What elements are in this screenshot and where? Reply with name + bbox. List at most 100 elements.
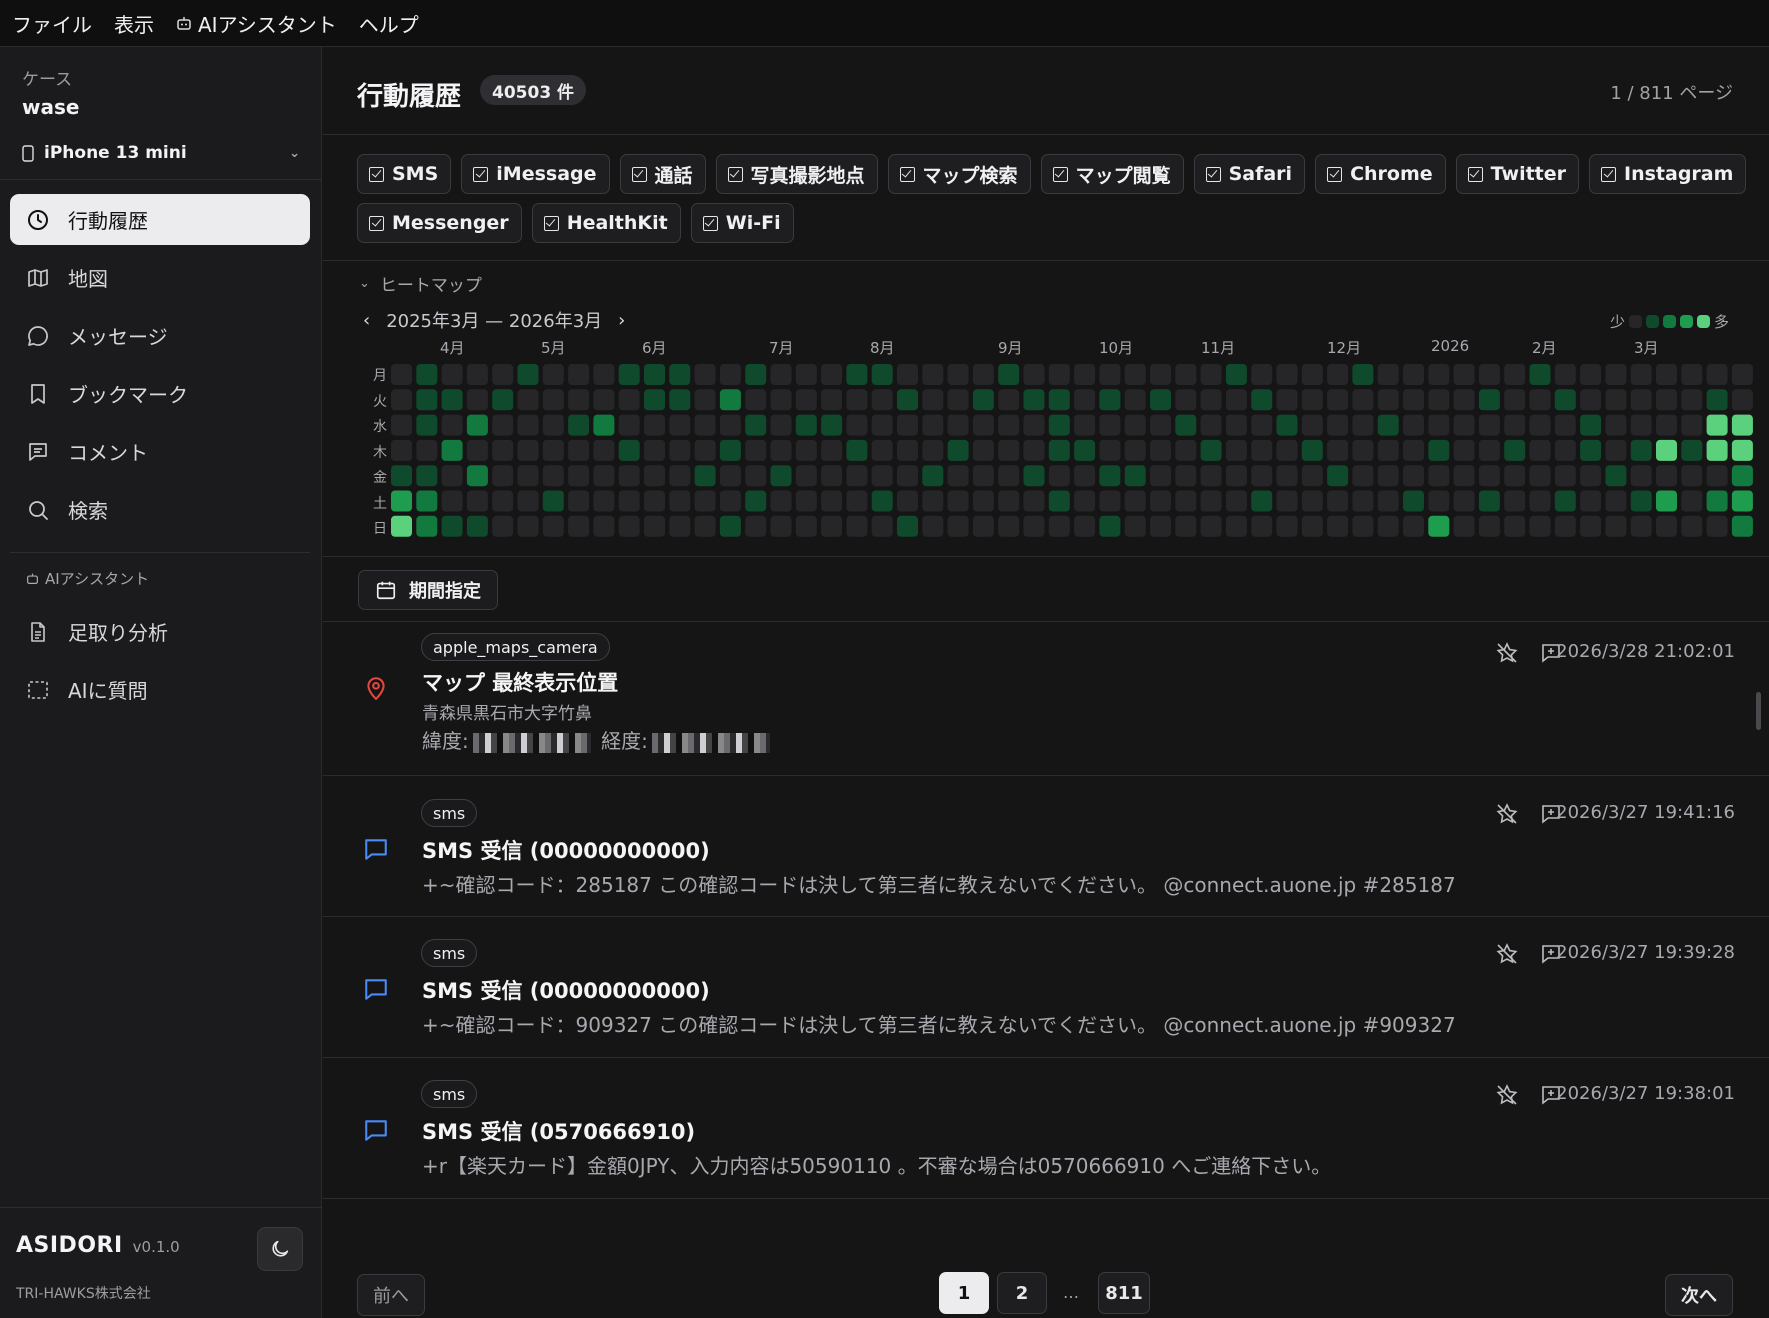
- heatmap-cell[interactable]: [821, 414, 843, 436]
- list-item[interactable]: apple_maps_camera マップ 最終表示位置 青森県黒石市大字竹鼻 …: [323, 621, 1769, 776]
- heatmap-cell[interactable]: [1529, 414, 1551, 436]
- sidebar-item-ask-ai[interactable]: AIに質問: [10, 664, 310, 715]
- heatmap-cell[interactable]: [1124, 439, 1146, 461]
- heatmap-cell[interactable]: [568, 490, 590, 512]
- heatmap-cell[interactable]: [391, 364, 412, 385]
- heatmap-cell[interactable]: [1478, 414, 1500, 436]
- heatmap-cell[interactable]: [694, 465, 716, 487]
- heatmap-cell[interactable]: [770, 490, 792, 512]
- heatmap-cell[interactable]: [1327, 465, 1349, 487]
- heatmap-cell[interactable]: [1023, 515, 1045, 537]
- heatmap-cell[interactable]: [998, 490, 1020, 512]
- heatmap-cell[interactable]: [1403, 439, 1424, 461]
- heatmap-cell[interactable]: [618, 389, 640, 411]
- heatmap-cell[interactable]: [1706, 465, 1728, 487]
- sidebar-item-map[interactable]: 地図: [10, 252, 310, 303]
- next-page-button[interactable]: 次へ: [1665, 1274, 1733, 1316]
- heatmap-cell[interactable]: [492, 515, 514, 537]
- heatmap-cell[interactable]: [416, 414, 438, 436]
- heatmap-cell[interactable]: [517, 389, 539, 411]
- heatmap-cell[interactable]: [972, 414, 994, 436]
- heatmap-cell[interactable]: [1301, 389, 1323, 411]
- heatmap-cell[interactable]: [466, 465, 488, 487]
- page-button-1[interactable]: 1: [939, 1272, 989, 1314]
- bookmark-off-icon[interactable]: [1495, 1083, 1519, 1107]
- heatmap-cell[interactable]: [1681, 515, 1703, 537]
- heatmap-cell[interactable]: [1150, 515, 1171, 537]
- heatmap-cell[interactable]: [391, 414, 412, 436]
- heatmap-cell[interactable]: [897, 465, 918, 487]
- heatmap-cell[interactable]: [1580, 490, 1602, 512]
- heatmap-cell[interactable]: [694, 490, 716, 512]
- heatmap-cell[interactable]: [593, 465, 615, 487]
- heatmap-cell[interactable]: [1327, 490, 1349, 512]
- heatmap-cell[interactable]: [871, 364, 893, 385]
- heatmap-cell[interactable]: [1706, 490, 1728, 512]
- heatmap-cell[interactable]: [1251, 414, 1273, 436]
- heatmap-cell[interactable]: [542, 490, 564, 512]
- heatmap-cell[interactable]: [1580, 364, 1602, 385]
- heatmap-cell[interactable]: [517, 439, 539, 461]
- filter-photo-locations[interactable]: 写真撮影地点: [715, 154, 878, 194]
- heatmap-cell[interactable]: [719, 515, 741, 537]
- heatmap-cell[interactable]: [1478, 465, 1500, 487]
- heatmap-cell[interactable]: [1301, 364, 1323, 385]
- heatmap-cell[interactable]: [1301, 465, 1323, 487]
- heatmap-cell[interactable]: [618, 490, 640, 512]
- heatmap-cell[interactable]: [745, 389, 767, 411]
- heatmap-cell[interactable]: [1529, 364, 1551, 385]
- bookmark-off-icon[interactable]: [1495, 942, 1519, 966]
- heatmap-cell[interactable]: [1478, 490, 1500, 512]
- heatmap-cell[interactable]: [618, 465, 640, 487]
- heatmap-toggle[interactable]: ⌄ ヒートマップ: [359, 271, 482, 296]
- heatmap-cell[interactable]: [1301, 414, 1323, 436]
- heatmap-cell[interactable]: [1225, 414, 1247, 436]
- heatmap-cell[interactable]: [391, 439, 412, 461]
- heatmap-cell[interactable]: [745, 490, 767, 512]
- menu-ai-assistant[interactable]: AIアシスタント: [176, 9, 337, 38]
- heatmap-cell[interactable]: [1074, 364, 1096, 385]
- heatmap-cell[interactable]: [897, 515, 918, 537]
- heatmap-cell[interactable]: [947, 490, 969, 512]
- heatmap-cell[interactable]: [1074, 515, 1096, 537]
- heatmap-cell[interactable]: [1478, 439, 1500, 461]
- heatmap-cell[interactable]: [1251, 439, 1273, 461]
- heatmap-cell[interactable]: [1352, 414, 1374, 436]
- heatmap-cell[interactable]: [846, 364, 868, 385]
- heatmap-cell[interactable]: [1099, 465, 1121, 487]
- heatmap-cell[interactable]: [871, 515, 893, 537]
- sidebar-item-bookmarks[interactable]: ブックマーク: [10, 368, 310, 419]
- heatmap-cell[interactable]: [1656, 515, 1677, 537]
- heatmap-cell[interactable]: [1352, 465, 1374, 487]
- heatmap-cell[interactable]: [1225, 465, 1247, 487]
- heatmap-cell[interactable]: [1478, 389, 1500, 411]
- heatmap-cell[interactable]: [922, 389, 944, 411]
- heatmap-cell[interactable]: [542, 515, 564, 537]
- menu-help[interactable]: ヘルプ: [359, 9, 419, 38]
- heatmap-cell[interactable]: [1580, 414, 1602, 436]
- date-range-button[interactable]: 期間指定: [358, 570, 498, 610]
- heatmap-cell[interactable]: [1605, 389, 1627, 411]
- heatmap-cell[interactable]: [922, 439, 944, 461]
- heatmap-cell[interactable]: [593, 439, 615, 461]
- heatmap-cell[interactable]: [998, 364, 1020, 385]
- heatmap-cell[interactable]: [1099, 490, 1121, 512]
- heatmap-cell[interactable]: [821, 389, 843, 411]
- heatmap-cell[interactable]: [1074, 490, 1096, 512]
- filter-instagram[interactable]: Instagram: [1589, 154, 1747, 194]
- heatmap-cell[interactable]: [1150, 414, 1171, 436]
- heatmap-cell[interactable]: [618, 364, 640, 385]
- heatmap-cell[interactable]: [1706, 414, 1728, 436]
- heatmap-cell[interactable]: [1301, 490, 1323, 512]
- heatmap-cell[interactable]: [1529, 515, 1551, 537]
- heatmap-cell[interactable]: [1200, 414, 1222, 436]
- heatmap-cell[interactable]: [1377, 490, 1399, 512]
- heatmap-cell[interactable]: [1504, 465, 1526, 487]
- list-item[interactable]: sms SMS 受信 (00000000000) +~確認コード：909327 …: [323, 917, 1769, 1058]
- heatmap-cell[interactable]: [1428, 465, 1450, 487]
- heatmap-cell[interactable]: [1630, 465, 1652, 487]
- heatmap-cell[interactable]: [1074, 389, 1096, 411]
- heatmap-cell[interactable]: [821, 439, 843, 461]
- heatmap-cell[interactable]: [1175, 389, 1197, 411]
- heatmap-cell[interactable]: [618, 439, 640, 461]
